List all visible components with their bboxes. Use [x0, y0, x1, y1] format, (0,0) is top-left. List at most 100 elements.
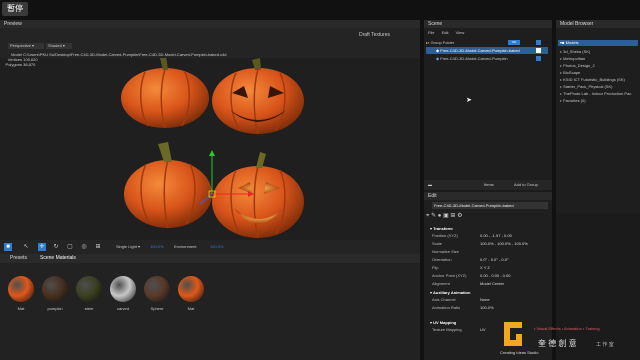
property-value[interactable]: Model Center [480, 280, 504, 288]
checkbox-icon[interactable] [536, 56, 541, 61]
preview-title: Preview [0, 20, 420, 28]
scene-item-model-baked[interactable]: ◆ Free-C4D-3D-Model-Carved-Pumpkin-baked [426, 47, 548, 54]
property-label: Normalize Size [432, 249, 459, 254]
folder-add-icon[interactable]: ▬ [428, 180, 432, 190]
scene-item-model[interactable]: ◆ Free-C4D-3D-Model-Carved-Pumpkin [426, 55, 548, 62]
browser-item[interactable]: ▸ Photos_Design_2 [560, 62, 638, 69]
material-name: Mat [187, 306, 195, 311]
browser-item-label: KSID ICT Futuristic_Buildings (SK) [563, 77, 625, 82]
menu-view[interactable]: View [456, 30, 465, 35]
browser-item[interactable]: ▸ Metropolitan [560, 55, 638, 62]
settings-icon[interactable]: ⚙ [457, 213, 462, 219]
browser-item[interactable]: ▸ Starter_Pack_Physical (SK) [560, 83, 638, 90]
pause-button[interactable]: 暫停 [2, 2, 28, 16]
folder-icon: ▸▪ [426, 40, 430, 45]
material-item[interactable]: stem [74, 276, 104, 316]
property-row: Animation Ratio 100.0% [424, 304, 552, 312]
material-item[interactable]: Mat [6, 276, 36, 316]
box-icon[interactable]: ▣ [443, 213, 449, 219]
chevron-down-icon: ▾ [430, 320, 433, 325]
property-label: Scale [432, 241, 443, 246]
scene-item-group[interactable]: ▸▪ Group Folder ON [426, 39, 548, 46]
light-value[interactable]: 100.0% [150, 244, 164, 250]
light-select[interactable]: Single Light ▾ [116, 244, 140, 250]
shading-select[interactable]: Shaded ▾ [46, 43, 72, 49]
material-item[interactable]: Sphere [142, 276, 172, 316]
model-icon: ◆ [436, 48, 440, 53]
chevron-down-icon: ▾ [62, 43, 65, 48]
viewport[interactable] [0, 58, 420, 254]
object-name-field[interactable]: Free-C4D-3D-Model-Carved-Pumpkin-baked [432, 202, 548, 209]
sphere-icon[interactable]: ● [438, 213, 442, 219]
browser-root-label: Models [565, 40, 579, 45]
material-item[interactable]: Mat [176, 276, 206, 316]
menu-edit[interactable]: Edit [442, 30, 449, 35]
property-value[interactable]: 100.0% - 100.0% - 100.0% [480, 240, 528, 248]
browser-item[interactable]: ▸ 3d_Sheka (SK) [560, 48, 638, 55]
paint-icon[interactable]: ✎ [431, 213, 436, 219]
chevron-down-icon: ▾ [32, 43, 35, 48]
pumpkin-model-2[interactable] [212, 58, 304, 135]
property-row: Scale 100.0% - 100.0% - 100.0% [424, 240, 552, 248]
browser-item[interactable]: ▸ KSID ICT Futuristic_Buildings (SK) [560, 76, 638, 83]
material-name: stem [84, 306, 94, 311]
edit-tool-icons: ⌖ ✎ ● ▣ ⊞ ⚙ [426, 212, 463, 220]
materials-panel: Presets Scene Materials Mat pumpkin stem ca… [0, 254, 420, 360]
property-value[interactable]: 0.00 - -1.97 - 0.00 [480, 232, 512, 240]
material-item[interactable]: pumpkin [40, 276, 70, 316]
viewport-toolbar: ■ ↖ ✛ ↻ ▢ ◎ ⊞ Single Light ▾ 100.0% Envi… [0, 240, 420, 254]
property-value[interactable]: None [480, 296, 490, 304]
property-label: Animation Ratio [432, 305, 461, 310]
scale-icon[interactable]: ▢ [66, 243, 74, 251]
camera-icon[interactable]: ■ [4, 243, 12, 251]
watermark-brand-cn: 奎 德 創 意 [538, 339, 577, 348]
browser-item[interactable]: ▸ BioScape [560, 69, 638, 76]
rotate-icon[interactable]: ↻ [52, 243, 60, 251]
browser-root[interactable]: ▾■ Models [558, 40, 638, 46]
property-value[interactable]: 0.0° - 0.0° - 0.0° [480, 256, 509, 264]
material-swatch [42, 276, 68, 302]
property-row: Normalize Size [424, 248, 552, 256]
pumpkin-model-3[interactable] [124, 142, 212, 229]
property-value[interactable]: UV [480, 326, 486, 334]
select-icon[interactable]: ↖ [22, 243, 30, 251]
tab-scene-materials[interactable]: Scene Materials [40, 255, 76, 262]
property-value[interactable]: X Y Z [480, 264, 490, 272]
focus-icon[interactable]: ◎ [80, 243, 88, 251]
scene-title: Scene [424, 20, 552, 28]
scene-item-label: Group Folder [430, 40, 455, 45]
grid-icon[interactable]: ⊞ [450, 213, 455, 219]
move-icon[interactable]: ✛ [38, 243, 46, 251]
studio-watermark: • Visual Effects • Animation • Training … [500, 318, 640, 360]
tab-presets[interactable]: Presets [10, 255, 27, 262]
pumpkin-model-1[interactable] [121, 58, 209, 129]
add-to-group-toggle[interactable]: Add to Group [514, 180, 538, 190]
status-badge: ON [508, 40, 520, 45]
property-label: Position (XYZ) [432, 233, 458, 238]
aux-section: ▾ Auxiliary Animation Axis Channel None An… [424, 290, 552, 312]
grid-icon[interactable]: ⊞ [94, 243, 102, 251]
property-label: Flip [432, 265, 439, 270]
material-name: Mat [17, 306, 25, 311]
camera-select[interactable]: Perspective ▾ [8, 43, 44, 49]
browser-item[interactable]: ▸ ThePhoto Lab - Indoor Production Pac [560, 90, 638, 97]
browser-item[interactable]: ▸ Favorites (0) [560, 97, 638, 104]
draft-textures-toggle[interactable]: Draft Textures [359, 32, 390, 38]
property-row: Flip X Y Z [424, 264, 552, 272]
shading-select-value: Shaded [48, 43, 62, 48]
light-select-value: Single Light [116, 244, 137, 249]
checkbox-icon[interactable] [536, 48, 541, 53]
property-label: Orientation [432, 257, 452, 262]
environment-value[interactable]: 100.0% [210, 244, 224, 250]
material-item[interactable]: carved [108, 276, 138, 316]
environment-label: Environment [174, 244, 197, 249]
menu-file[interactable]: File [428, 30, 434, 35]
pumpkin-model-4[interactable] [212, 152, 304, 239]
chevron-down-icon: ▾ [430, 290, 433, 295]
target-icon[interactable]: ⌖ [426, 213, 429, 219]
scene-item-label: Free-C4D-3D-Model-Carved-Pumpkin [440, 56, 508, 61]
property-value[interactable]: 0.00 - 0.00 - 0.00 [480, 272, 510, 280]
edit-title: Edit [424, 192, 552, 200]
checkbox-icon[interactable] [536, 40, 541, 45]
property-value[interactable]: 100.0% [480, 304, 494, 312]
